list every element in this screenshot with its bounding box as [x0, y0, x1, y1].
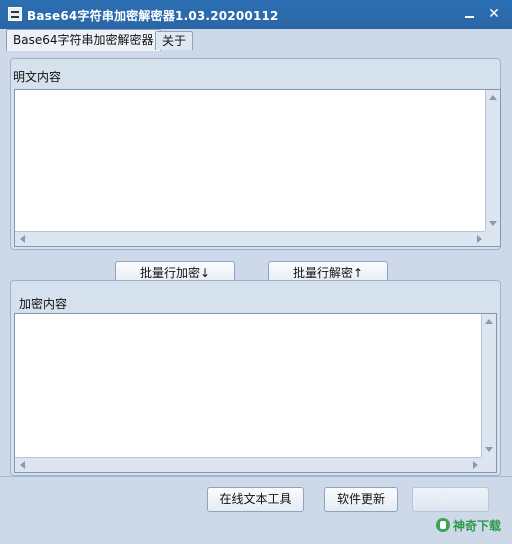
app-icon	[8, 7, 22, 21]
scroll-right-icon[interactable]	[473, 461, 478, 469]
scrollbar-corner	[481, 457, 496, 472]
software-update-button[interactable]: 软件更新	[324, 487, 398, 512]
scroll-left-icon[interactable]	[20, 461, 25, 469]
plaintext-vertical-scrollbar[interactable]	[485, 90, 500, 231]
scroll-right-icon[interactable]	[477, 235, 482, 243]
watermark-text: 神奇下载	[453, 519, 502, 533]
scroll-up-icon[interactable]	[485, 319, 493, 324]
window-title: Base64字符串加密解密器1.03.20200112	[27, 9, 279, 23]
exit-button[interactable]: 退出	[412, 487, 489, 512]
title-bar: Base64字符串加密解密器1.03.20200112 ✕	[0, 0, 512, 29]
ciphertext-horizontal-scrollbar[interactable]	[15, 457, 483, 472]
ciphertext-label: 加密内容	[19, 297, 68, 311]
scroll-left-icon[interactable]	[20, 235, 25, 243]
scrollbar-corner	[485, 231, 500, 246]
scroll-up-icon[interactable]	[489, 95, 497, 100]
ciphertext-vertical-scrollbar[interactable]	[481, 314, 496, 457]
tab-strip: Base64字符串加密解密器 关于	[0, 29, 512, 51]
minimize-icon[interactable]	[460, 5, 480, 23]
tab-encoder[interactable]: Base64字符串加密解密器	[6, 29, 161, 51]
plaintext-label: 明文内容	[13, 70, 62, 84]
watermark-logo-icon	[436, 518, 450, 532]
plaintext-textarea[interactable]	[14, 89, 501, 247]
scroll-down-icon[interactable]	[485, 447, 493, 452]
close-icon[interactable]: ✕	[484, 5, 504, 23]
ciphertext-textarea[interactable]	[14, 313, 497, 473]
scroll-down-icon[interactable]	[489, 221, 497, 226]
footer-divider	[0, 476, 512, 477]
online-text-tools-button[interactable]: 在线文本工具	[207, 487, 304, 512]
plaintext-horizontal-scrollbar[interactable]	[15, 231, 487, 246]
tab-about[interactable]: 关于	[155, 31, 194, 50]
